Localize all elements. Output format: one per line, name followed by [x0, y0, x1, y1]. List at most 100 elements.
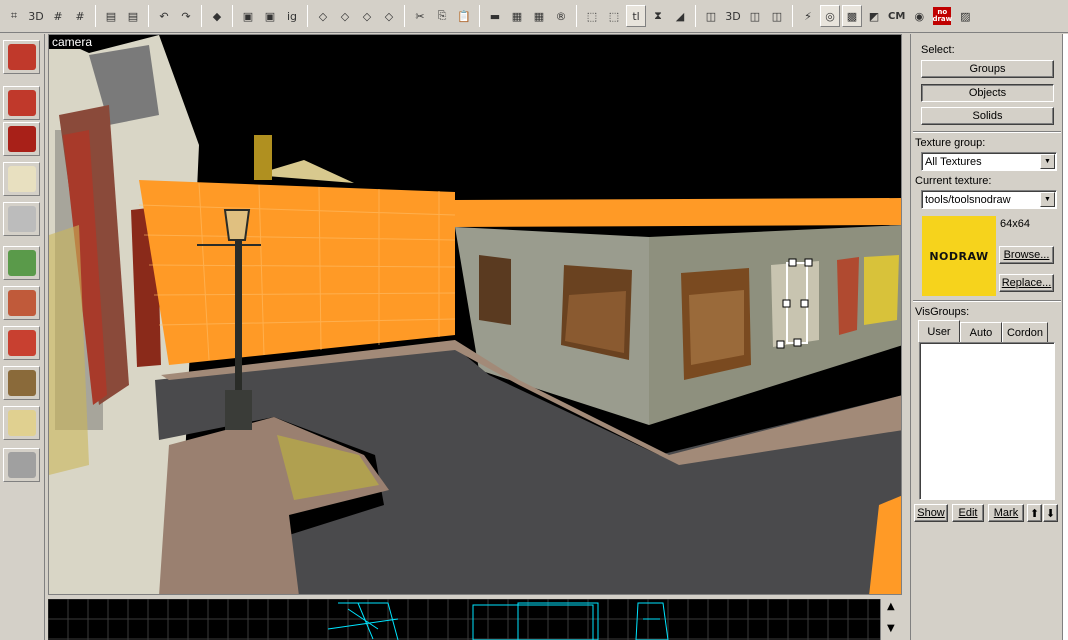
hide-unselected-icon[interactable]: ◇ — [335, 5, 355, 27]
ignore-texlock-icon[interactable]: tl — [626, 5, 646, 27]
show-models-icon[interactable]: ▦ — [529, 5, 549, 27]
current-texture-select[interactable]: tools/toolsnodraw ▼ — [921, 190, 1057, 209]
object-properties-panel: Select: Groups Objects Solids Texture gr… — [910, 34, 1062, 640]
cordon-icon[interactable]: CM — [886, 5, 907, 27]
2d-top-viewport[interactable] — [48, 599, 880, 640]
window-edge — [1062, 34, 1068, 640]
3d-camera-viewport[interactable]: camera — [48, 34, 902, 595]
move-up-icon[interactable]: ⬆ — [1027, 504, 1042, 522]
camera-tool-button[interactable] — [3, 122, 40, 156]
tab-cordon[interactable]: Cordon — [1002, 322, 1048, 342]
group-icon[interactable]: ▣ — [238, 5, 258, 27]
display-3d-icon[interactable]: 3D — [723, 5, 743, 27]
grid-toggle-icon[interactable]: ⌗ — [4, 5, 24, 27]
display-wireframe-icon[interactable]: ◫ — [745, 5, 765, 27]
run-map-icon[interactable]: ▨ — [955, 5, 975, 27]
entity-tool-button[interactable] — [3, 162, 40, 196]
mark-button[interactable]: Mark — [988, 504, 1024, 522]
paste-icon[interactable]: 📋 — [454, 5, 474, 27]
apply-decal-tool-icon — [7, 290, 36, 316]
display-textured-icon[interactable]: ◫ — [767, 5, 787, 27]
entity-tool-icon — [7, 166, 36, 192]
carve-icon[interactable]: ◆ — [207, 5, 227, 27]
2d-viewport-scrollbar[interactable]: ▲ ▼ — [880, 599, 904, 640]
redo-icon[interactable]: ↷ — [176, 5, 196, 27]
camera-tool-icon — [7, 126, 36, 152]
viewport-camera-label[interactable]: camera — [49, 35, 96, 49]
texture-application-tool-icon — [7, 250, 36, 276]
2d-grid-render — [48, 599, 880, 640]
toolbar-separator — [95, 5, 96, 27]
apply-decal-tool-button[interactable] — [3, 286, 40, 320]
tab-user[interactable]: User — [918, 320, 960, 342]
show-button[interactable]: Show — [914, 504, 948, 522]
visgroups-label: VisGroups: — [915, 306, 970, 318]
copy-icon[interactable]: ⎘ — [432, 5, 452, 27]
texture-preview: NODRAW — [922, 216, 996, 296]
hide-textures-icon[interactable]: ▦ — [507, 5, 527, 27]
save-window-state-icon[interactable]: ▤ — [123, 5, 143, 27]
chevron-down-icon[interactable]: ▼ — [1040, 192, 1055, 207]
entity-report-icon[interactable]: ◎ — [820, 5, 840, 27]
ignore-grouping-icon[interactable]: ig — [282, 5, 302, 27]
chevron-down-icon[interactable]: ▼ — [1040, 154, 1055, 169]
find-entities-icon[interactable]: ◉ — [909, 5, 929, 27]
radius-culling-icon[interactable]: ® — [551, 5, 571, 27]
vertex-tool-icon — [7, 410, 36, 436]
scroll-down-icon[interactable]: ▼ — [887, 623, 895, 634]
show-all-icon[interactable]: ◇ — [357, 5, 377, 27]
load-window-state-icon[interactable]: ▤ — [101, 5, 121, 27]
clipping-tool-button[interactable] — [3, 366, 40, 400]
texture-group-select[interactable]: All Textures ▼ — [921, 152, 1057, 171]
3d-grid-icon[interactable]: 3D — [26, 5, 46, 27]
pointer-tool-icon — [7, 44, 36, 70]
undo-icon[interactable]: ↶ — [154, 5, 174, 27]
apply-overlay-tool-button[interactable] — [3, 326, 40, 360]
magnify-tool-button[interactable] — [3, 86, 40, 120]
toolbar-separator — [695, 5, 696, 27]
texture-application-tool-button[interactable] — [3, 246, 40, 280]
no-draw-icon[interactable]: no draw — [931, 5, 953, 27]
pointer-tool-button[interactable] — [3, 40, 40, 74]
grid-larger-icon[interactable]: # — [70, 5, 90, 27]
toolbar-separator — [404, 5, 405, 27]
select-objects-button[interactable]: Objects — [921, 84, 1054, 102]
map-info-icon[interactable]: ◩ — [864, 5, 884, 27]
show-hidden-icon[interactable]: ◇ — [379, 5, 399, 27]
panel-divider — [913, 131, 1061, 133]
toolbar-separator — [479, 5, 480, 27]
apply-overlay-tool-icon — [7, 330, 36, 356]
scroll-up-icon[interactable]: ▲ — [887, 601, 895, 612]
visgroups-list[interactable] — [919, 342, 1055, 500]
texture-application-icon[interactable]: ⬚ — [604, 5, 624, 27]
clip-icon[interactable]: ⧗ — [648, 5, 668, 27]
check-problems-icon[interactable]: ▩ — [842, 5, 862, 27]
toolbar-separator — [576, 5, 577, 27]
select-box-icon[interactable]: ⬚ — [582, 5, 602, 27]
texture-group-label: Texture group: — [915, 137, 986, 149]
clipping-tool-icon — [7, 370, 36, 396]
viewport-divider — [903, 34, 909, 595]
grid-smaller-icon[interactable]: # — [48, 5, 68, 27]
replace-button[interactable]: Replace... — [999, 274, 1054, 292]
ungroup-icon[interactable]: ▣ — [260, 5, 280, 27]
toggle-texture-lock-icon[interactable]: ▬ — [485, 5, 505, 27]
block-tool-icon — [7, 206, 36, 232]
block-tool-button[interactable] — [3, 202, 40, 236]
tool-palette — [0, 34, 45, 640]
no-draw-badge: no draw — [932, 7, 953, 25]
tab-auto[interactable]: Auto — [960, 322, 1002, 342]
cut-icon[interactable]: ✂ — [410, 5, 430, 27]
path-tool-button[interactable] — [3, 448, 40, 482]
vertex-tool-button[interactable] — [3, 406, 40, 440]
toolbar-separator — [792, 5, 793, 27]
vertex-edit-icon[interactable]: ◢ — [670, 5, 690, 27]
select-solids-button[interactable]: Solids — [921, 107, 1054, 125]
edit-button[interactable]: Edit — [952, 504, 984, 522]
display-2d-icon[interactable]: ◫ — [701, 5, 721, 27]
browse-button[interactable]: Browse... — [999, 246, 1054, 264]
helpers-icon[interactable]: ⚡ — [798, 5, 818, 27]
hide-selected-icon[interactable]: ◇ — [313, 5, 333, 27]
select-groups-button[interactable]: Groups — [921, 60, 1054, 78]
move-down-icon[interactable]: ⬇ — [1043, 504, 1058, 522]
